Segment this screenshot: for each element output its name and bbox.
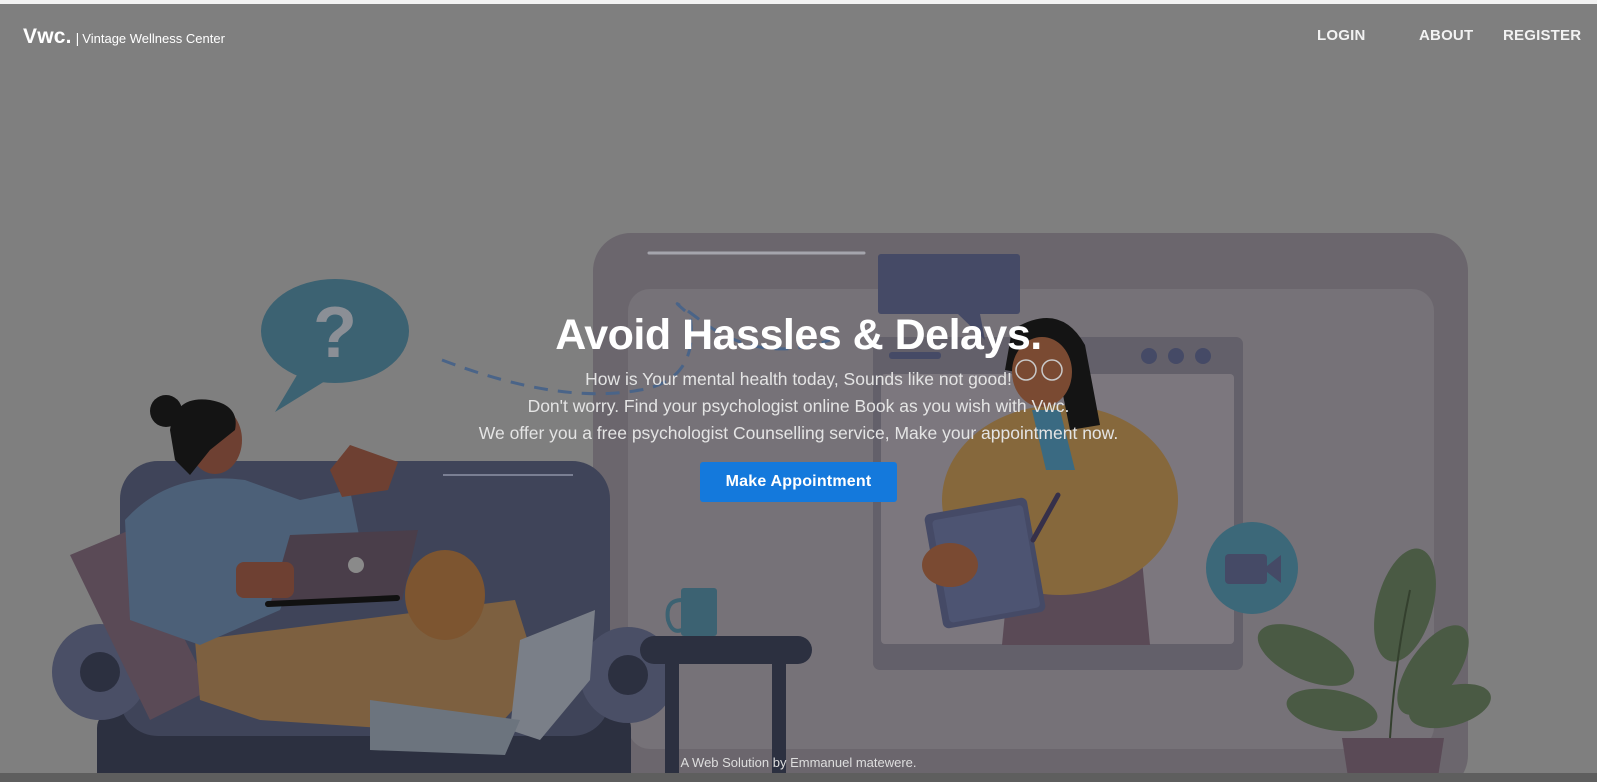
bottom-strip xyxy=(0,773,1597,782)
brand-separator: | xyxy=(75,30,80,46)
video-camera-icon xyxy=(1206,522,1298,614)
hero-line: Don't worry. Find your psychologist onli… xyxy=(527,396,1070,416)
nav-link-register[interactable]: REGISTER xyxy=(1503,27,1581,44)
brand[interactable]: Vwc. | Vintage Wellness Center xyxy=(23,25,225,49)
make-appointment-button[interactable]: Make Appointment xyxy=(699,462,898,502)
hero-title: Avoid Hassles & Delays. xyxy=(555,311,1042,359)
hero-description: How is Your mental health today, Sounds … xyxy=(0,366,1597,447)
brand-name: Vintage Wellness Center xyxy=(82,31,225,46)
hero-line: How is Your mental health today, Sounds … xyxy=(585,369,1012,389)
nav-link-about[interactable]: ABOUT xyxy=(1419,27,1473,44)
nav-link-login[interactable]: LOGIN xyxy=(1317,27,1366,44)
navbar: Vwc. | Vintage Wellness Center LOGIN ABOUT… xyxy=(0,0,1597,70)
hero-section: Avoid Hassles & Delays. How is Your ment… xyxy=(0,306,1597,502)
brand-logo: Vwc. xyxy=(23,25,72,48)
footer-credit: A Web Solution by Emmanuel matewere. xyxy=(680,755,917,770)
hero-line: We offer you a free psychologist Counsel… xyxy=(478,423,1119,443)
